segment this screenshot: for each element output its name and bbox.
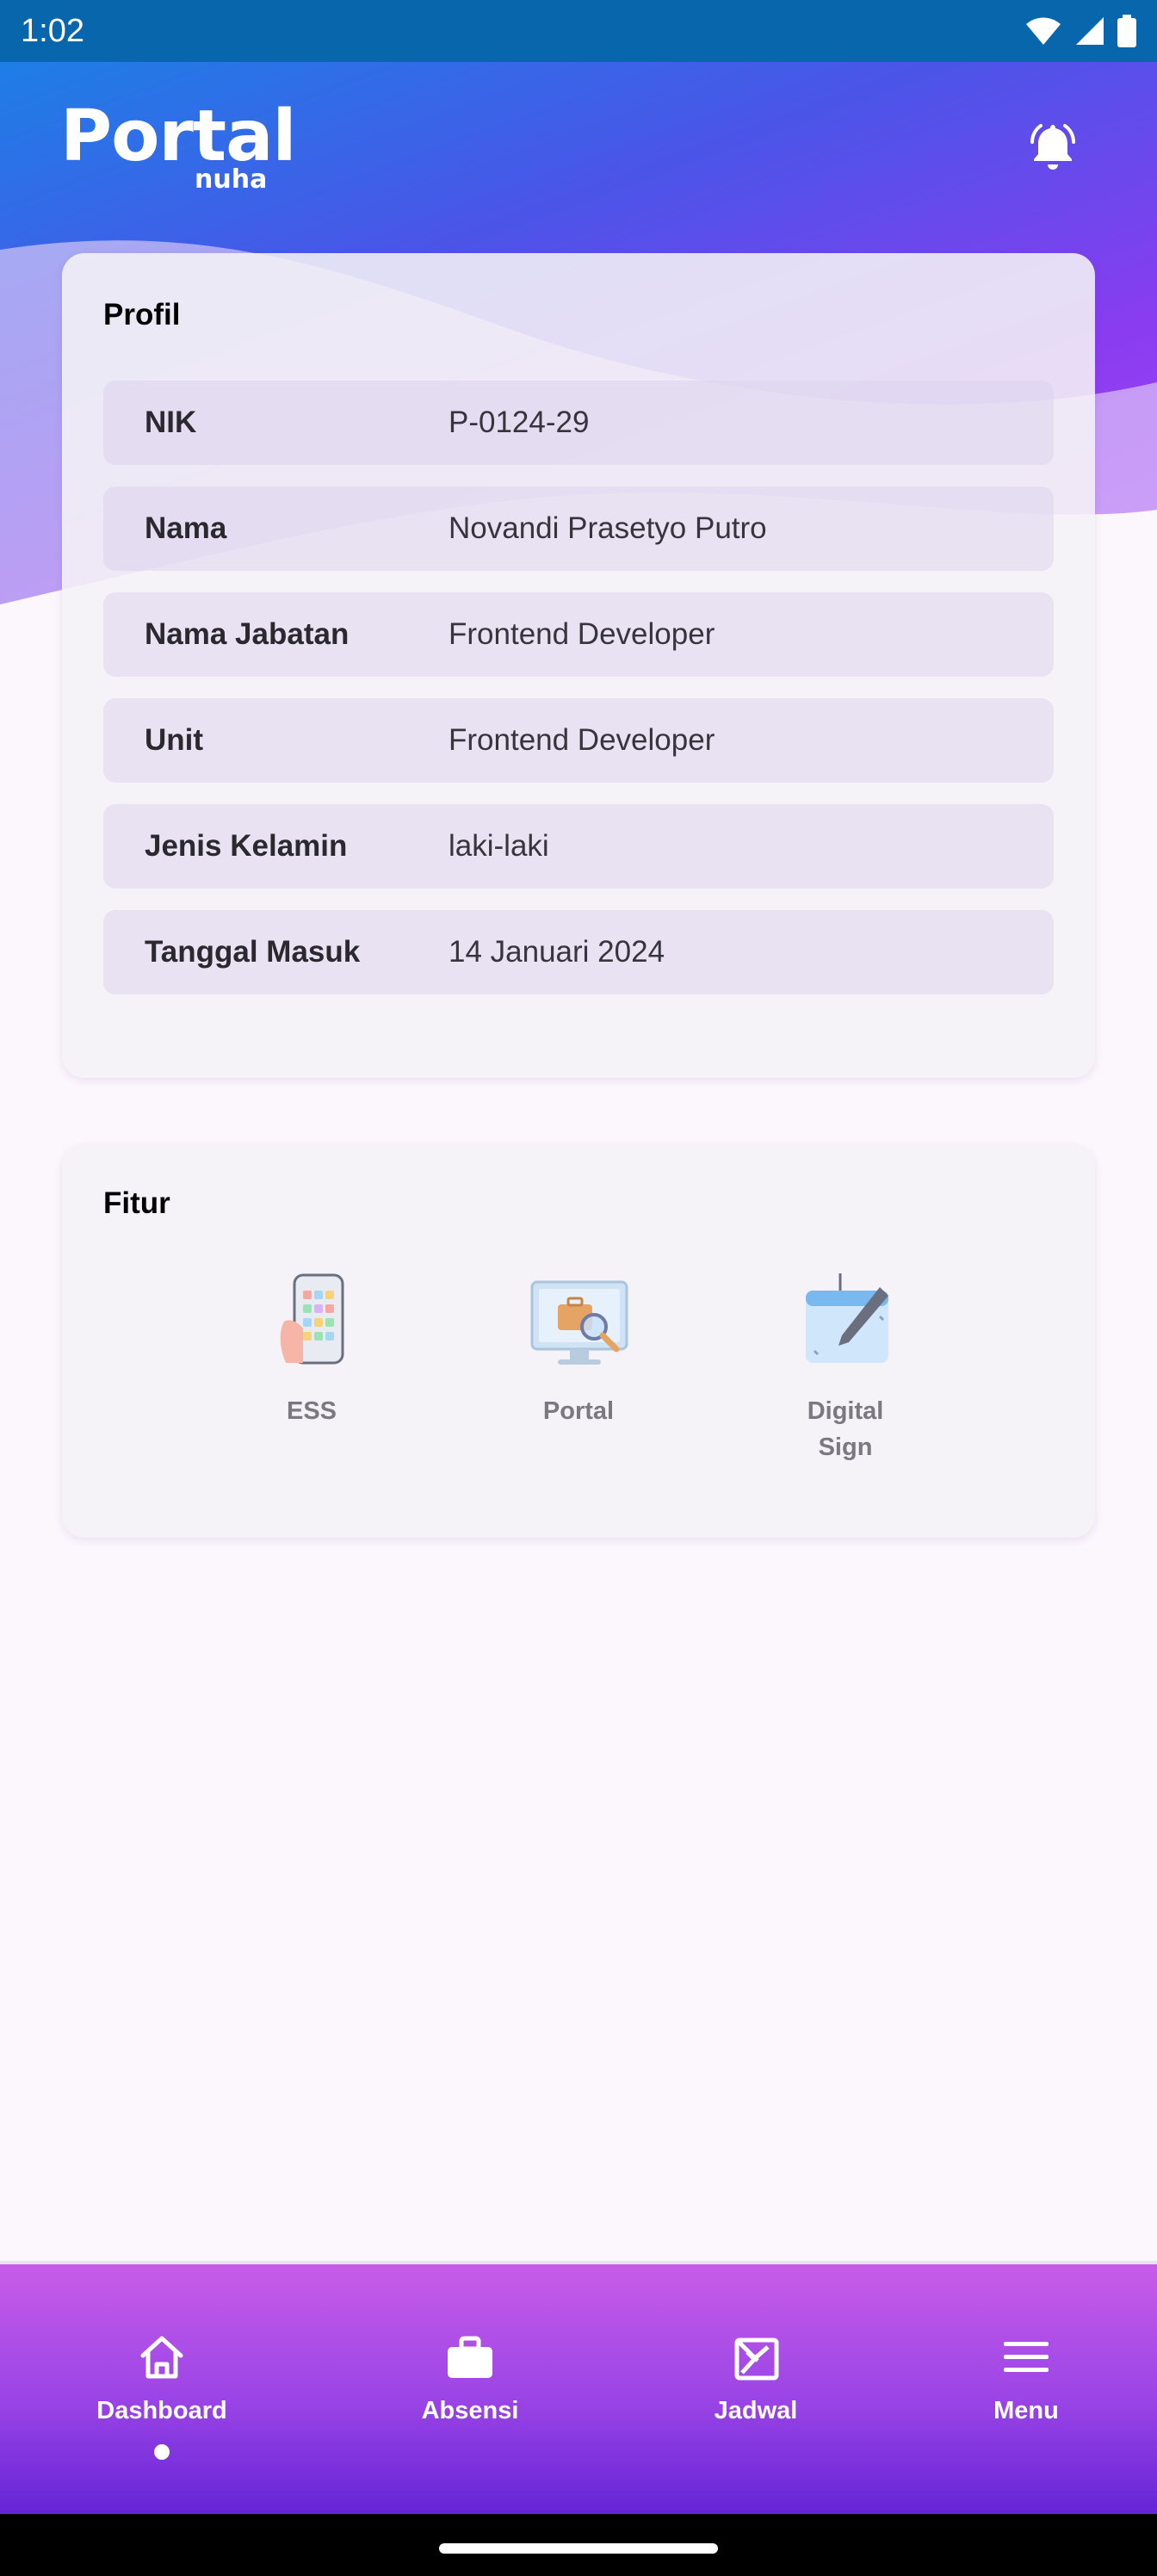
schedule-icon bbox=[728, 2330, 783, 2385]
hamburger-menu-icon bbox=[999, 2330, 1054, 2385]
feature-label: ESS bbox=[286, 1397, 337, 1425]
row-value: laki-laki bbox=[449, 829, 549, 863]
status-bar: 1:02 bbox=[0, 0, 1157, 62]
brand-sub: nuha bbox=[195, 164, 268, 195]
row-label: Nama Jabatan bbox=[145, 617, 350, 651]
row-value: 14 Januari 2024 bbox=[449, 935, 665, 969]
bottom-navigation: Dashboard Absensi Jadwal Menu bbox=[0, 2261, 1157, 2514]
calendar-pen-icon bbox=[789, 1266, 901, 1378]
profile-row-jabatan: Nama Jabatan Frontend Developer bbox=[103, 592, 1054, 677]
row-label: Tanggal Masuk bbox=[145, 935, 361, 969]
row-value: Frontend Developer bbox=[449, 617, 715, 651]
feature-portal[interactable]: Portal bbox=[484, 1266, 673, 1429]
feature-ess[interactable]: ESS bbox=[217, 1266, 406, 1429]
profile-card: Profil NIK P-0124-29 Nama Novandi Praset… bbox=[62, 253, 1095, 1078]
briefcase-icon bbox=[442, 2330, 498, 2385]
status-time: 1:02 bbox=[21, 12, 84, 49]
profile-title: Profil bbox=[103, 298, 181, 331]
gesture-navigation-area bbox=[0, 2514, 1157, 2576]
brand-main: Portal bbox=[60, 96, 297, 177]
home-icon bbox=[134, 2330, 189, 2385]
feature-digital-sign[interactable]: Digital Sign bbox=[751, 1266, 940, 1465]
row-label: Nama bbox=[145, 511, 227, 545]
profile-row-nama: Nama Novandi Prasetyo Putro bbox=[103, 486, 1054, 571]
feature-title: Fitur bbox=[103, 1186, 170, 1220]
nav-item-absensi[interactable]: Absensi bbox=[367, 2330, 573, 2425]
nav-item-jadwal[interactable]: Jadwal bbox=[653, 2330, 859, 2425]
notification-button[interactable] bbox=[1021, 115, 1085, 179]
row-value: Frontend Developer bbox=[449, 723, 715, 757]
profile-row-jenis-kelamin: Jenis Kelamin laki-laki bbox=[103, 804, 1054, 889]
profile-row-nik: NIK P-0124-29 bbox=[103, 381, 1054, 465]
nav-item-dashboard[interactable]: Dashboard bbox=[59, 2330, 265, 2460]
feature-card: Fitur ESS Portal Digital Sign bbox=[62, 1145, 1095, 1538]
feature-label: Digital Sign bbox=[807, 1397, 884, 1461]
nav-label: Absensi bbox=[421, 2397, 519, 2424]
monitor-briefcase-search-icon bbox=[523, 1266, 634, 1378]
row-label: Unit bbox=[145, 723, 204, 757]
feature-label: Portal bbox=[542, 1397, 615, 1425]
nav-label: Menu bbox=[993, 2397, 1059, 2424]
wifi-icon bbox=[1026, 17, 1061, 45]
row-value: P-0124-29 bbox=[449, 406, 590, 439]
row-label: Jenis Kelamin bbox=[145, 829, 348, 863]
profile-row-unit: Unit Frontend Developer bbox=[103, 698, 1054, 783]
nav-label: Jadwal bbox=[714, 2397, 798, 2424]
nav-item-menu[interactable]: Menu bbox=[923, 2330, 1129, 2425]
status-icons bbox=[1024, 15, 1136, 47]
profile-row-tanggal-masuk: Tanggal Masuk 14 Januari 2024 bbox=[103, 910, 1054, 994]
nav-label: Dashboard bbox=[96, 2397, 227, 2424]
row-label: NIK bbox=[145, 406, 197, 439]
bell-ringing-icon bbox=[1030, 124, 1075, 170]
home-gesture-handle[interactable] bbox=[439, 2543, 718, 2554]
battery-icon bbox=[1117, 15, 1136, 47]
signal-icon bbox=[1076, 17, 1104, 45]
active-indicator bbox=[154, 2444, 170, 2460]
brand-logo: Portal nuha bbox=[60, 96, 297, 193]
phone-apps-icon bbox=[256, 1266, 368, 1378]
row-value: Novandi Prasetyo Putro bbox=[449, 511, 767, 545]
